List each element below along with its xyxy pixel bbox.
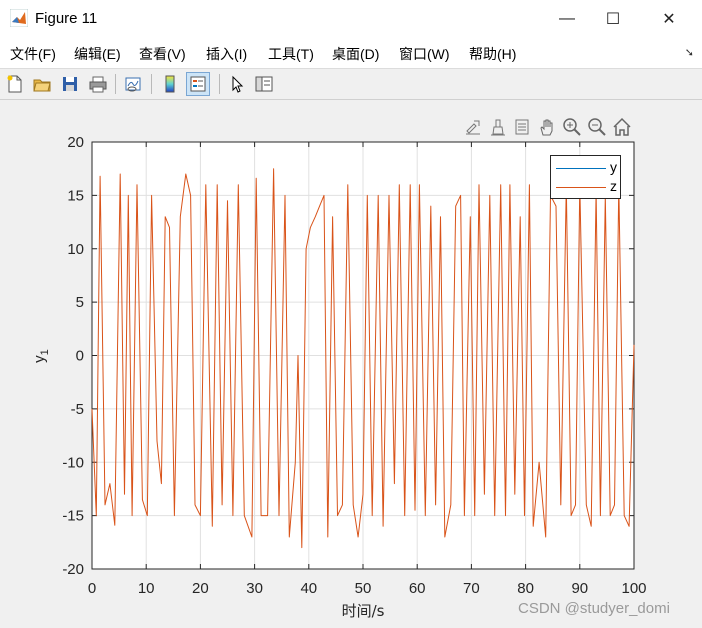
x-tick-label: 10 bbox=[138, 580, 155, 597]
y-axis-label-sub: 1 bbox=[39, 349, 51, 355]
y-tick-label: 10 bbox=[67, 241, 84, 258]
legend-label-z: z bbox=[610, 178, 617, 194]
grid-lines bbox=[91, 141, 635, 570]
y-tick-label: 15 bbox=[67, 187, 84, 204]
brush-icon[interactable] bbox=[487, 116, 509, 138]
plot-area[interactable]: 0 10 20 30 40 50 60 70 80 90 100 -20 -15 -10 -5 0 5 10 15 2… bbox=[0, 0, 702, 628]
y-tick-label: -10 bbox=[62, 454, 84, 471]
legend-entry-z: z bbox=[556, 178, 618, 196]
y-tick-label: 5 bbox=[76, 294, 84, 311]
x-axis-label: 时间/s bbox=[342, 602, 385, 620]
y-tick-label: 0 bbox=[76, 348, 84, 365]
legend-entry-y: y bbox=[556, 159, 618, 177]
x-tick-label: 50 bbox=[355, 580, 372, 597]
x-tick-label: 30 bbox=[246, 580, 263, 597]
x-tick-label: 0 bbox=[88, 580, 96, 597]
x-tick-label: 100 bbox=[621, 580, 646, 597]
zoom-out-icon[interactable] bbox=[586, 116, 608, 138]
x-tick-label: 90 bbox=[571, 580, 588, 597]
pan-icon[interactable] bbox=[536, 116, 558, 138]
x-tick-label: 60 bbox=[409, 580, 426, 597]
x-tick-label: 20 bbox=[192, 580, 209, 597]
legend-swatch-y bbox=[556, 168, 606, 169]
y-tick-label: -20 bbox=[62, 561, 84, 578]
legend[interactable]: y z bbox=[550, 155, 621, 199]
y-tick-label: -15 bbox=[62, 508, 84, 525]
datatips-icon[interactable] bbox=[511, 116, 533, 138]
zoom-in-icon[interactable] bbox=[561, 116, 583, 138]
x-tick-label: 70 bbox=[463, 580, 480, 597]
home-icon[interactable] bbox=[611, 116, 633, 138]
y-axis-label: y1 bbox=[31, 349, 51, 363]
legend-label-y: y bbox=[610, 159, 617, 175]
x-tick-label: 80 bbox=[517, 580, 534, 597]
y-tick-label: 20 bbox=[67, 134, 84, 151]
legend-swatch-z bbox=[556, 187, 606, 188]
watermark: CSDN @studyer_domi bbox=[518, 600, 670, 617]
svg-text:y1: y1 bbox=[31, 349, 51, 363]
y-tick-label: -5 bbox=[71, 401, 84, 418]
x-tick-label: 40 bbox=[300, 580, 317, 597]
export-icon[interactable] bbox=[462, 116, 484, 138]
